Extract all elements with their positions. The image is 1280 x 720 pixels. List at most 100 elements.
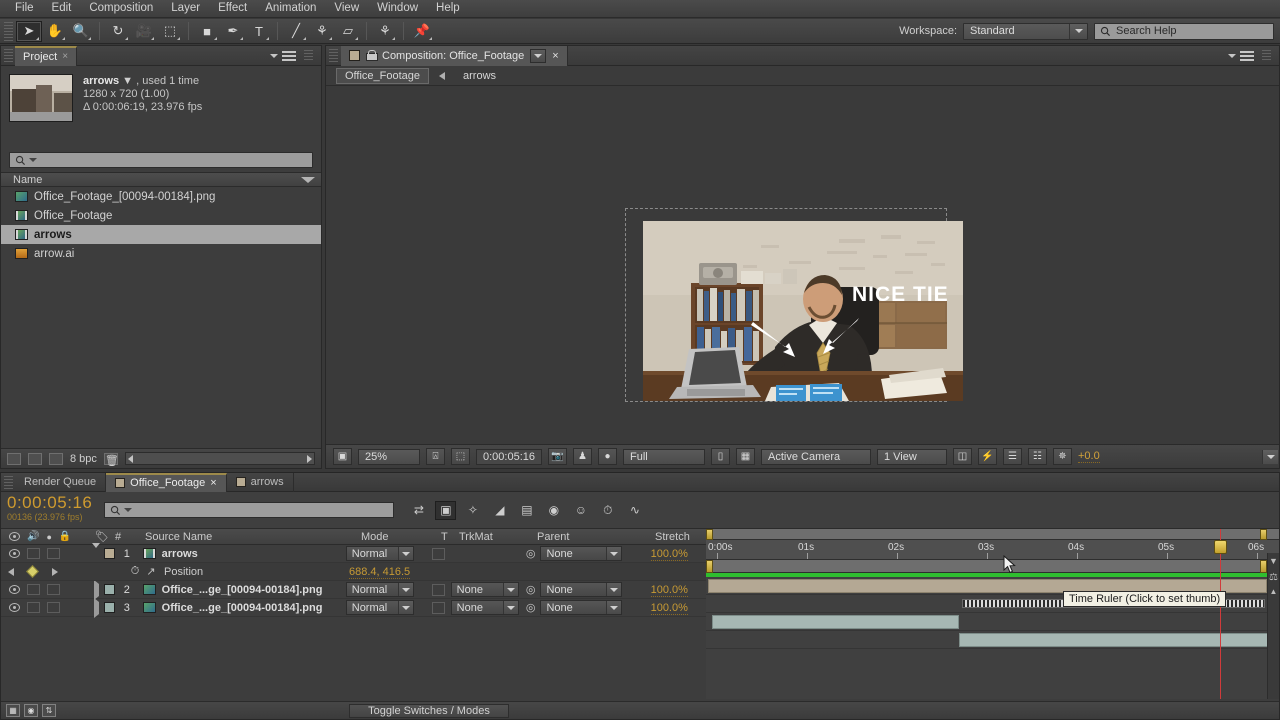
graph-editor-property-icon[interactable]: ↗ [143, 565, 159, 578]
timeline-icon[interactable]: ☰ [1003, 448, 1022, 465]
hand-tool[interactable]: ✋ [42, 21, 68, 42]
layer-expand-triangle[interactable] [93, 579, 99, 600]
trash-icon[interactable]: 🗑 [103, 452, 119, 467]
fast-previews-icon[interactable]: ⚡ [978, 448, 997, 465]
work-area-bar[interactable] [706, 529, 1279, 540]
auto-keyframe-icon[interactable]: ☺ [570, 501, 591, 520]
graph-curve-icon[interactable]: ∿ [624, 501, 645, 520]
layer-duration-bar[interactable] [711, 615, 960, 629]
pen-tool[interactable]: ✒ [220, 21, 246, 42]
selection-tool[interactable]: ➤ [16, 20, 42, 42]
menu-item-window[interactable]: Window [368, 0, 427, 17]
layer-audio-toggle[interactable] [27, 602, 40, 613]
timeline-panel-grip[interactable] [4, 475, 13, 489]
breadcrumb-item[interactable]: Office_Footage [336, 67, 430, 84]
show-snapshot-icon[interactable]: ♟ [573, 448, 592, 465]
layer-marker-icon[interactable]: ⚖ [1268, 572, 1279, 583]
menu-item-edit[interactable]: Edit [43, 0, 81, 17]
comp-panel-grip[interactable] [329, 49, 338, 62]
panel-grip-right[interactable] [304, 49, 313, 62]
navigator-start-handle[interactable] [706, 560, 713, 573]
always-preview-icon[interactable]: ▣ [333, 448, 352, 465]
comp-panel-menu[interactable] [1228, 49, 1279, 62]
parent-header[interactable]: Parent [531, 531, 651, 543]
hide-shy-layers-icon[interactable]: ✧ [462, 501, 483, 520]
work-area-start-handle[interactable] [706, 529, 713, 540]
project-search-input[interactable] [9, 152, 313, 168]
t-header[interactable]: T [441, 531, 459, 543]
menu-item-effect[interactable]: Effect [209, 0, 256, 17]
panel-grip-right[interactable] [1262, 49, 1271, 62]
layer-visibility-icon[interactable] [9, 549, 20, 558]
layer-visibility-icon[interactable] [9, 585, 20, 594]
comp-flowchart-view-icon[interactable]: ▦ [6, 704, 20, 717]
zoom-tool[interactable]: 🔍 [68, 21, 94, 42]
parent-pickwhip-icon[interactable]: ◎ [526, 547, 536, 560]
layer-trkmat-select[interactable]: None [450, 600, 519, 615]
project-item-row[interactable]: Office_Footage_[00094-00184].png [1, 187, 321, 206]
frame-blending-footer-icon[interactable]: ⇅ [42, 704, 56, 717]
menu-item-file[interactable]: File [6, 0, 43, 17]
rotation-tool[interactable]: ↻ [105, 21, 131, 42]
layer-label-swatch[interactable] [104, 602, 115, 613]
project-item-row[interactable]: arrow.ai [1, 244, 321, 263]
frame-blending-icon[interactable]: ◢ [489, 501, 510, 520]
panel-menu-icon[interactable] [282, 50, 296, 61]
type-tool[interactable]: T [246, 21, 272, 42]
folder-icon[interactable] [28, 452, 42, 465]
next-keyframe-icon[interactable] [51, 567, 58, 576]
grid-guides-icon[interactable]: ⍓ [426, 448, 445, 465]
layer-label-swatch[interactable] [104, 584, 115, 595]
layer-preserve-transparency-toggle[interactable] [432, 583, 446, 596]
timeline-track-area[interactable]: 0:00s 01s 02s 03s 04s 05s 06s Time Ruler (Clic… [706, 529, 1279, 699]
layer-track-row[interactable] [706, 613, 1279, 631]
exposure-value[interactable]: +0.0 [1078, 450, 1100, 463]
new-folder-icon[interactable] [7, 452, 21, 465]
project-item-row[interactable]: arrows [1, 225, 321, 244]
layer-preserve-transparency-toggle[interactable] [432, 547, 446, 560]
close-icon[interactable]: × [62, 51, 68, 62]
project-panel-menu[interactable] [270, 49, 321, 62]
source-name-header[interactable]: Source Name [137, 531, 357, 543]
motion-blur-icon[interactable]: ▤ [516, 501, 537, 520]
layer-mode-select[interactable]: Normal [345, 600, 414, 615]
hide-shy-layers-footer-icon[interactable]: ◉ [24, 704, 38, 717]
puppet-pin-tool[interactable]: 📌 [409, 21, 435, 42]
layer-parent-select[interactable]: None [540, 600, 623, 615]
prev-keyframe-icon[interactable] [8, 567, 15, 576]
layer-mode-select[interactable]: Normal [345, 582, 414, 597]
layer-row[interactable]: 1 arrows Normal ◎ None 100.0% [1, 542, 706, 563]
layer-duration-bar[interactable] [959, 633, 1269, 647]
composition-viewer[interactable]: NICE TIE [326, 86, 1279, 438]
layer-parent-select[interactable]: None [540, 546, 623, 561]
sort-arrow-icon[interactable] [301, 177, 315, 183]
close-icon[interactable]: × [552, 50, 558, 62]
resolution-select[interactable]: Full [623, 448, 1278, 465]
snapshot-camera-icon[interactable]: 📷 [548, 448, 567, 465]
toggle-switches-modes-button[interactable]: Toggle Switches / Modes [349, 703, 509, 718]
pixel-aspect-correction-icon[interactable]: ◫ [953, 448, 972, 465]
project-item-row[interactable]: Office_Footage [1, 206, 321, 225]
layer-expand-triangle[interactable] [92, 542, 101, 560]
project-panel-grip[interactable] [4, 49, 13, 62]
navigator-end-handle[interactable] [1260, 560, 1267, 573]
clone-stamp-tool[interactable]: ⚘ [309, 21, 335, 42]
layer-solo-toggle[interactable] [47, 548, 60, 559]
comp-timecode[interactable]: 0:00:05:16 [476, 448, 542, 465]
breadcrumb-item[interactable]: arrows [455, 69, 504, 83]
layer-mode-select[interactable]: Normal [345, 546, 414, 561]
playhead-line[interactable] [1220, 529, 1222, 699]
pan-behind-tool[interactable]: ⬚ [157, 21, 183, 42]
eraser-tool[interactable]: ▱ [335, 21, 361, 42]
lock-icon[interactable] [366, 50, 378, 61]
layer-visibility-icon[interactable] [9, 603, 20, 612]
shape-tool[interactable]: ■ [194, 21, 220, 42]
bpc-label[interactable]: 8 bpc [70, 453, 97, 465]
layer-track-row[interactable] [706, 631, 1279, 649]
layer-preserve-transparency-toggle[interactable] [432, 601, 446, 614]
view-layout-select[interactable]: 1 View [877, 448, 1278, 465]
trkmat-header[interactable]: TrkMat [459, 531, 531, 543]
tab-office-footage[interactable]: Office_Footage × [106, 472, 227, 492]
current-time-display[interactable]: 0:00:05:16 00136 (23.976 fps) [1, 494, 92, 526]
search-help-input[interactable]: Search Help [1094, 22, 1274, 40]
